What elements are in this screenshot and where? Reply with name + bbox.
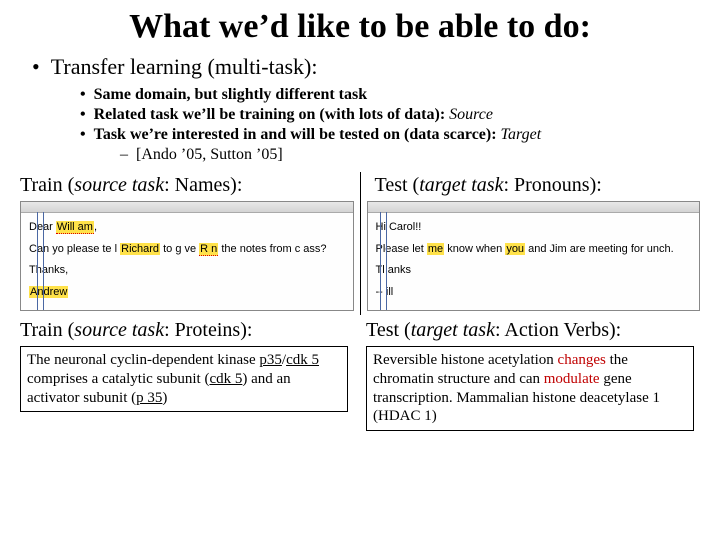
train-names-email: Dear Will am, Can yo please te l Richard… [20,201,354,311]
bullet-l2b-pre: Related task we’ll be training on (with … [94,106,450,123]
email-toolbar [368,202,700,213]
email-sig: Andrew [29,284,345,301]
hl-william: Will am [56,221,94,234]
train-names-label: Train (source task: Names): [20,174,354,197]
ul-p35-2: p 35 [136,390,162,406]
hl-rn: R n [199,243,218,256]
ul-cdk5: cdk 5 [286,352,319,368]
train-proteins-label: Train (source task: Proteins): [20,319,354,342]
ul-p35: p35 [259,352,282,368]
bullet-l3-text: [Ando ’05, Sutton ’05] [136,146,283,163]
red-changes: changes [558,352,606,368]
test-pronouns-label: Test (target task: Pronouns): [367,174,701,197]
email-sig: -- ill [376,284,692,301]
bullet-l2c-em: Target [501,126,542,143]
hl-richard: Richard [120,243,160,255]
email-line: Please let me know when you and Jim are … [376,241,692,258]
bullet-l1-text: Transfer learning (multi-task): [51,54,318,79]
email-toolbar [21,202,353,213]
bullet-target: • Task we’re interested in and will be t… [80,126,700,144]
hl-me: me [427,243,444,255]
slide-title: What we’d like to be able to do: [20,8,700,46]
ul-cdk5-2: cdk 5 [209,371,242,387]
hl-andrew: Andrew [29,286,68,298]
bullet-same-domain: • Same domain, but slightly different ta… [80,86,700,104]
email-thanks: Tl anks [376,262,692,279]
test-verbs-label: Test (target task: Action Verbs): [366,319,700,342]
email-greeting: Hi Carol!! [376,219,692,236]
red-modulate: modulate [544,371,600,387]
bullet-l2c-pre: Task we’re interested in and will be tes… [94,126,501,143]
bullet-transfer-learning: • Transfer learning (multi-task): [32,54,700,80]
email-thanks: Thanks, [29,262,345,279]
bullet-source: • Related task we’ll be training on (wit… [80,106,700,124]
bullet-citation: – [Ando ’05, Sutton ’05] [120,146,700,164]
test-pronouns-email: Hi Carol!! Please let me know when you a… [367,201,701,311]
email-line: Can yo please te l Richard to g ve R n t… [29,241,345,258]
bullet-l2b-em: Source [449,106,493,123]
bullet-l2a-text: Same domain, but slightly different task [94,86,368,103]
test-verbs-box: Reversible histone acetylation changes t… [366,346,694,431]
hl-you: you [505,243,525,255]
email-greeting: Dear Will am, [29,219,345,236]
train-proteins-box: The neuronal cyclin-dependent kinase p35… [20,346,348,412]
